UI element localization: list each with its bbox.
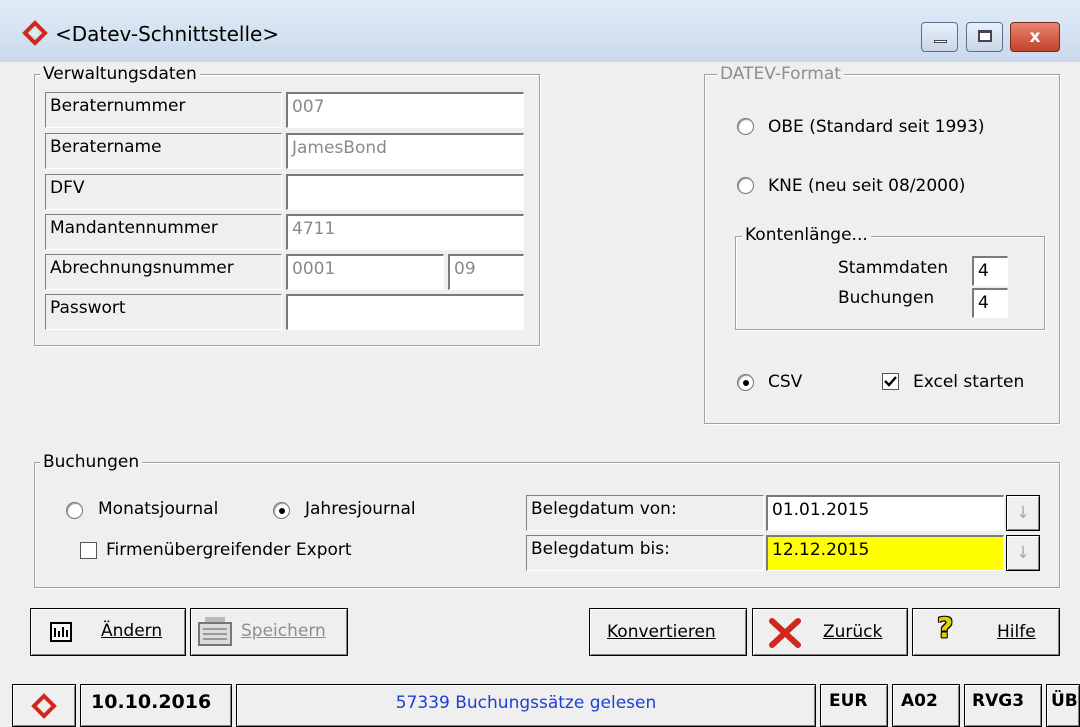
beraternummer-label: Beraternummer [45, 92, 282, 128]
buchungen-legend: Buchungen [40, 452, 143, 472]
checkmark-icon [884, 376, 897, 387]
kne-label[interactable]: KNE (neu seit 08/2000) [768, 176, 965, 196]
minimize-icon [934, 40, 947, 43]
belegdatum-von-label: Belegdatum von: [526, 495, 764, 531]
status-logo-cell [12, 684, 76, 727]
abrechnungsnummer-label: Abrechnungsnummer [45, 254, 282, 290]
window-title: <Datev-Schnittstelle> [55, 22, 280, 46]
maximize-button[interactable] [966, 22, 1003, 52]
jahresjournal-label[interactable]: Jahresjournal [305, 499, 416, 519]
status-code-a02: A02 [892, 684, 960, 727]
belegdatum-von-dropdown[interactable]: ↓ [1006, 495, 1040, 531]
firmen-export-checkbox[interactable] [80, 542, 97, 559]
speichern-label: Speichern [241, 621, 326, 641]
datev-logo-icon [22, 20, 48, 46]
status-currency: EUR [820, 684, 888, 727]
jahresjournal-radio[interactable] [273, 502, 290, 519]
belegdatum-bis-label: Belegdatum bis: [526, 535, 764, 571]
konvertieren-button[interactable]: Konvertieren [589, 608, 747, 656]
status-date: 10.10.2016 [80, 684, 232, 727]
status-code-ub: ÜB [1046, 684, 1080, 727]
kne-radio[interactable] [737, 177, 754, 194]
question-icon: ? [937, 611, 954, 644]
aendern-button[interactable]: Ändern [30, 608, 186, 656]
aendern-label: Ändern [101, 621, 163, 641]
arrow-down-icon: ↓ [1015, 543, 1031, 563]
edit-grid-icon [50, 622, 72, 642]
arrow-down-icon: ↓ [1015, 503, 1031, 523]
belegdatum-bis-field[interactable]: 12.12.2015 [766, 535, 1004, 571]
monatsjournal-radio[interactable] [66, 502, 83, 519]
maximize-icon [978, 30, 992, 42]
passwort-label: Passwort [45, 294, 282, 330]
red-x-icon [769, 618, 801, 648]
excel-checkbox[interactable] [882, 373, 899, 390]
abrechnungsnummer-field[interactable]: 0001 [286, 254, 444, 290]
csv-radio[interactable] [737, 374, 754, 391]
monatsjournal-label[interactable]: Monatsjournal [98, 499, 218, 519]
status-code-rvg3: RVG3 [964, 684, 1042, 727]
datev-format-legend: DATEV-Format [717, 64, 844, 84]
belegdatum-von-field[interactable]: 01.01.2015 [766, 495, 1004, 531]
stammdaten-label: Stammdaten [838, 258, 949, 278]
close-button[interactable]: x [1010, 22, 1060, 52]
stammdaten-field[interactable]: 4 [972, 256, 1008, 286]
dfv-field[interactable] [286, 174, 524, 210]
kontenlaenge-legend: Kontenlänge... [742, 225, 871, 245]
csv-label[interactable]: CSV [768, 372, 802, 392]
minimize-button[interactable] [921, 22, 958, 52]
beratername-label: Beratername [45, 133, 282, 169]
verwaltungsdaten-legend: Verwaltungsdaten [40, 64, 200, 84]
buchungen-laenge-field[interactable]: 4 [972, 288, 1008, 318]
beratername-field[interactable]: JamesBond [286, 133, 524, 169]
konvertieren-label: Konvertieren [607, 622, 716, 642]
passwort-field[interactable] [286, 294, 524, 330]
beraternummer-field[interactable]: 007 [286, 92, 524, 128]
keyboard-icon [198, 617, 232, 646]
zurueck-button[interactable]: Zurück [752, 608, 908, 656]
datev-logo-icon [31, 693, 57, 719]
buchungen-laenge-label: Buchungen [838, 288, 935, 308]
obe-radio[interactable] [737, 118, 754, 135]
status-message: 57339 Buchungssätze gelesen [236, 684, 816, 727]
close-icon: x [1029, 27, 1041, 47]
obe-label[interactable]: OBE (Standard seit 1993) [768, 117, 985, 137]
speichern-button[interactable]: Speichern [190, 608, 348, 656]
belegdatum-bis-dropdown[interactable]: ↓ [1006, 535, 1040, 571]
zurueck-label: Zurück [823, 622, 883, 642]
excel-label[interactable]: Excel starten [913, 372, 1024, 392]
hilfe-label: Hilfe [997, 622, 1036, 642]
dfv-label: DFV [45, 174, 282, 210]
hilfe-button[interactable]: ? Hilfe [912, 608, 1060, 656]
firmen-export-label[interactable]: Firmenübergreifender Export [106, 540, 352, 560]
mandantennummer-field[interactable]: 4711 [286, 214, 524, 250]
abrechnungsnummer-suffix-field[interactable]: 09 [448, 254, 524, 290]
mandantennummer-label: Mandantennummer [45, 214, 282, 250]
